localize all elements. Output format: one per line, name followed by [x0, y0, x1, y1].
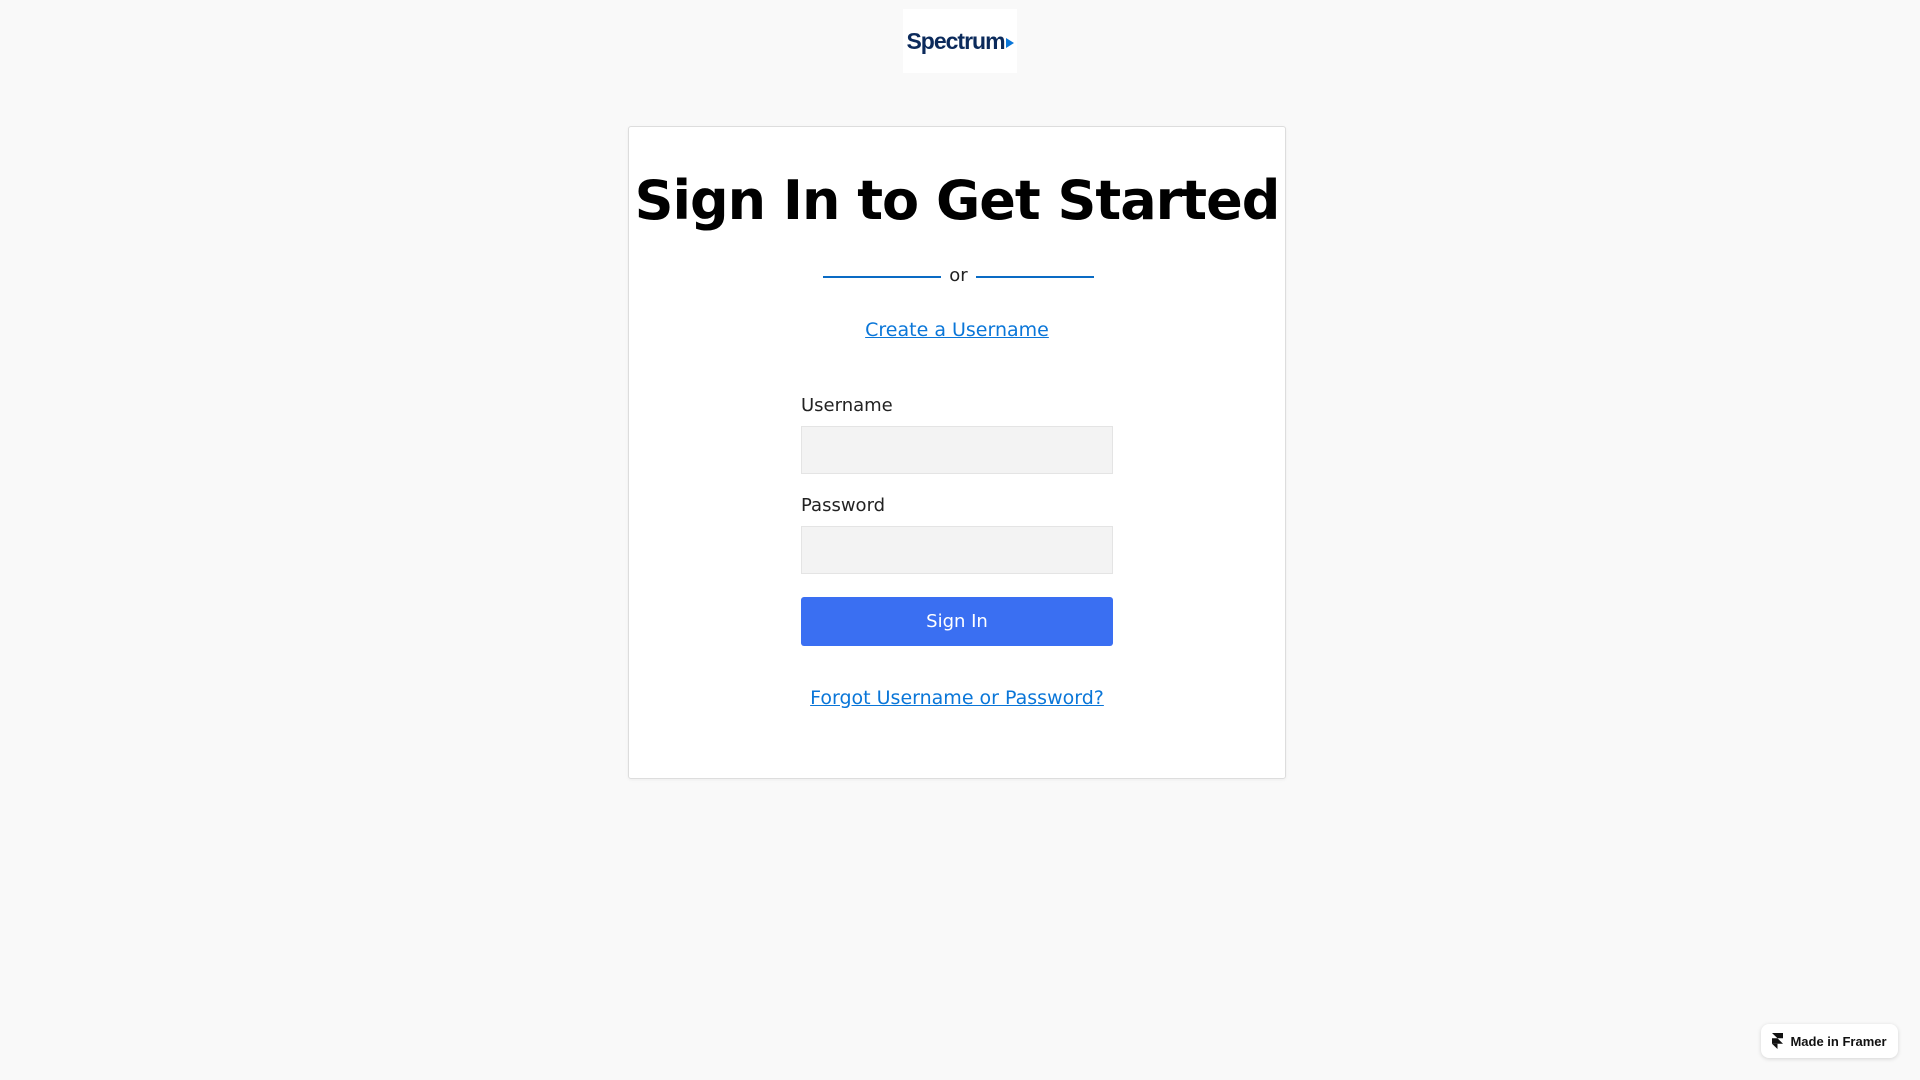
sign-in-button[interactable]: Sign In — [801, 597, 1113, 646]
login-card: Sign In to Get Started or Create a Usern… — [628, 126, 1286, 779]
spectrum-logo[interactable]: Spectrum — [903, 9, 1017, 73]
framer-logo-icon — [1772, 1033, 1784, 1049]
username-label: Username — [801, 395, 893, 416]
password-input[interactable] — [801, 526, 1113, 574]
made-in-framer-badge[interactable]: Made in Framer — [1761, 1024, 1898, 1058]
page: Spectrum Sign In to Get Started or Creat… — [0, 0, 1920, 1080]
divider-line-left — [823, 276, 941, 278]
badge-label: Made in Framer — [1790, 1033, 1887, 1049]
create-username-link[interactable]: Create a Username — [629, 319, 1285, 341]
forgot-credentials-link[interactable]: Forgot Username or Password? — [629, 687, 1285, 709]
divider-line-right — [976, 276, 1094, 278]
logo-text: Spectrum — [906, 27, 1005, 54]
username-input[interactable] — [801, 426, 1113, 474]
divider-or-text: or — [949, 265, 968, 286]
password-label: Password — [801, 495, 886, 516]
logo-arrow-icon — [1005, 38, 1014, 48]
logo-text-wrap: Spectrum — [906, 27, 1014, 55]
page-title: Sign In to Get Started — [634, 169, 1281, 232]
